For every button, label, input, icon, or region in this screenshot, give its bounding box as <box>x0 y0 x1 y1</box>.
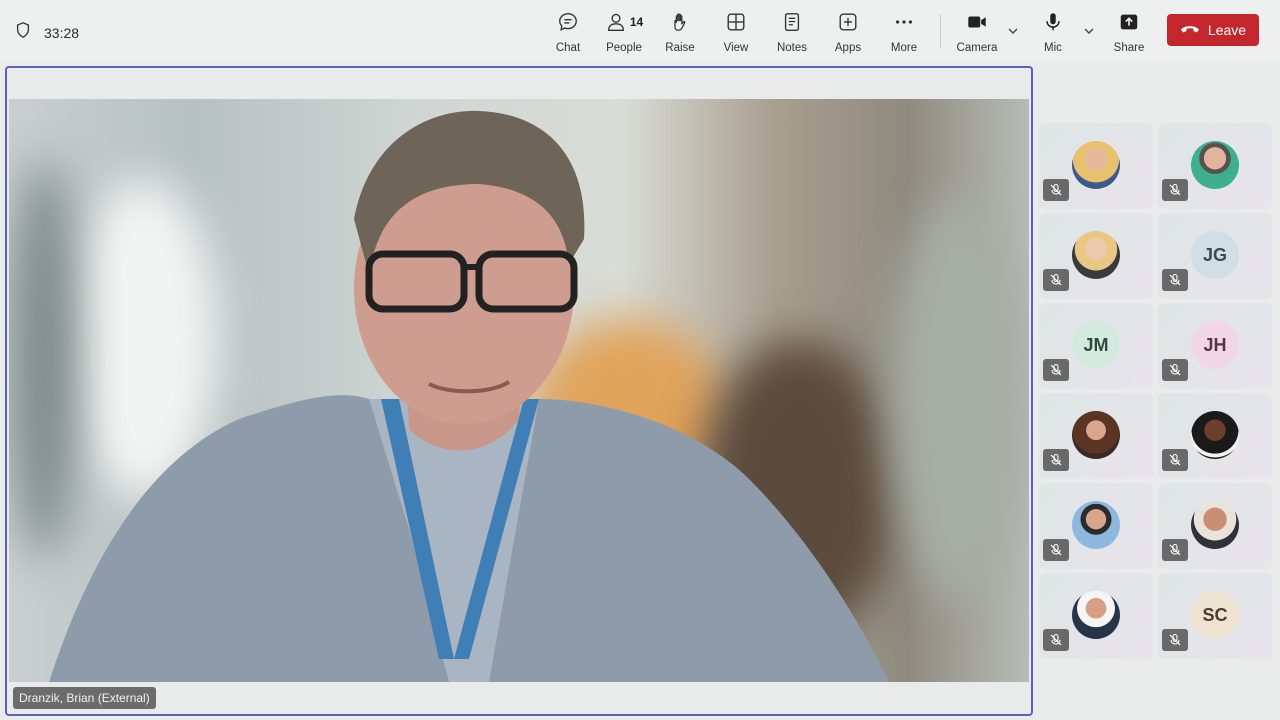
mic-muted-icon <box>1162 269 1188 291</box>
mic-muted-icon <box>1162 179 1188 201</box>
notes-icon <box>781 10 803 34</box>
more-label: More <box>890 42 918 54</box>
raise-hand-icon <box>669 10 691 34</box>
chat-icon <box>557 10 579 34</box>
avatar <box>1191 411 1239 459</box>
participant-tile[interactable]: JH <box>1158 303 1272 389</box>
view-label: View <box>723 42 749 54</box>
mic-icon <box>1042 10 1064 34</box>
mic-muted-icon <box>1162 539 1188 561</box>
notes-label: Notes <box>776 42 808 54</box>
chat-label: Chat <box>555 42 581 54</box>
more-icon <box>893 10 915 34</box>
participant-tile[interactable] <box>1039 213 1153 299</box>
apps-label: Apps <box>834 42 862 54</box>
meeting-timer: 33:28 <box>44 24 80 41</box>
speaker-figure <box>49 110 889 682</box>
mic-muted-icon <box>1043 269 1069 291</box>
toolbar-divider <box>940 14 941 48</box>
participant-tile[interactable] <box>1039 483 1153 569</box>
people-icon-wrap: 14 <box>605 10 643 34</box>
mic-muted-icon <box>1162 449 1188 471</box>
raise-label: Raise <box>665 42 695 54</box>
shield-icon <box>14 21 32 44</box>
mic-muted-icon <box>1043 359 1069 381</box>
mic-label: Mic <box>1044 42 1062 54</box>
avatar <box>1191 141 1239 189</box>
mic-muted-icon <box>1043 179 1069 201</box>
participant-tile[interactable] <box>1158 393 1272 479</box>
mic-button[interactable]: Mic <box>1027 10 1079 54</box>
people-count: 14 <box>629 15 644 29</box>
leave-label: Leave <box>1207 22 1247 38</box>
people-icon <box>607 13 624 31</box>
more-button[interactable]: More <box>878 10 930 54</box>
avatar <box>1191 501 1239 549</box>
camera-button[interactable]: Camera <box>951 10 1003 54</box>
avatar <box>1072 231 1120 279</box>
apps-button[interactable]: Apps <box>822 10 874 54</box>
avatar: SC <box>1191 591 1239 639</box>
mic-muted-icon <box>1043 629 1069 651</box>
view-icon <box>725 10 747 34</box>
participant-tile[interactable] <box>1158 123 1272 209</box>
avatar <box>1072 411 1120 459</box>
speaker-name-tag: Dranzik, Brian (External) <box>13 687 156 709</box>
participant-tile[interactable]: SC <box>1158 573 1272 659</box>
speaker-video <box>9 99 1029 682</box>
phone-icon <box>1180 22 1200 38</box>
participant-tile[interactable] <box>1039 573 1153 659</box>
participant-tile[interactable]: JM <box>1039 303 1153 389</box>
mic-options-chevron-icon[interactable] <box>1082 24 1096 38</box>
people-label: People <box>606 42 642 54</box>
people-button[interactable]: 14 People <box>598 10 650 54</box>
avatar <box>1072 591 1120 639</box>
mic-muted-icon <box>1162 359 1188 381</box>
leave-button[interactable]: Leave <box>1167 14 1259 46</box>
mic-muted-icon <box>1043 449 1069 471</box>
main-stage: Dranzik, Brian (External) <box>5 66 1033 716</box>
avatar <box>1072 501 1120 549</box>
raise-hand-button[interactable]: Raise <box>654 10 706 54</box>
camera-options-chevron-icon[interactable] <box>1006 24 1020 38</box>
notes-button[interactable]: Notes <box>766 10 818 54</box>
camera-label: Camera <box>956 42 998 54</box>
chat-button[interactable]: Chat <box>542 10 594 54</box>
meeting-info: 33:28 <box>14 21 79 44</box>
mic-muted-icon <box>1043 539 1069 561</box>
mic-muted-icon <box>1162 629 1188 651</box>
avatar <box>1072 141 1120 189</box>
participant-tile[interactable]: JG <box>1158 213 1272 299</box>
apps-icon <box>837 10 859 34</box>
camera-icon <box>966 10 988 34</box>
share-icon <box>1118 10 1140 34</box>
view-button[interactable]: View <box>710 10 762 54</box>
share-label: Share <box>1113 42 1145 54</box>
meeting-toolbar: 33:28 Chat 14 People Raise View Notes Ap… <box>0 0 1280 62</box>
avatar: JG <box>1191 231 1239 279</box>
share-button[interactable]: Share <box>1103 10 1155 54</box>
participant-tile[interactable] <box>1039 393 1153 479</box>
participant-tile[interactable] <box>1039 123 1153 209</box>
avatar: JH <box>1191 321 1239 369</box>
avatar: JM <box>1072 321 1120 369</box>
participant-tile[interactable] <box>1158 483 1272 569</box>
